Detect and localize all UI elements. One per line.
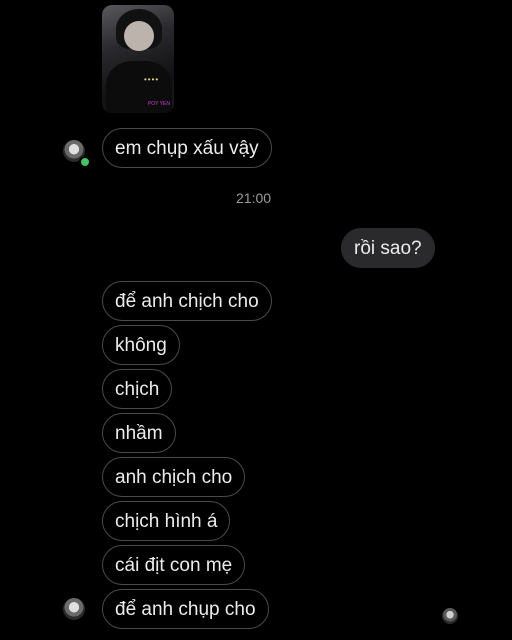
contact-avatar[interactable] xyxy=(63,598,85,620)
incoming-message[interactable]: anh chịch cho xyxy=(102,457,246,497)
incoming-message[interactable]: để anh chụp cho xyxy=(102,589,269,629)
incoming-message[interactable]: không xyxy=(102,325,180,365)
incoming-message[interactable]: chịch xyxy=(102,369,173,409)
incoming-message[interactable]: chịch hình á xyxy=(102,501,231,541)
incoming-message[interactable]: nhầm xyxy=(102,413,176,453)
online-status-dot xyxy=(79,156,91,168)
timestamp: 21:00 xyxy=(236,190,272,206)
photo-dots: •••• xyxy=(144,75,160,84)
photo-face-shape xyxy=(124,21,154,51)
outgoing-message[interactable]: rồi sao? xyxy=(341,228,435,268)
seen-receipt-avatar xyxy=(442,608,458,624)
photo-tag: POY YEN xyxy=(147,101,170,107)
incoming-message[interactable]: để anh chịch cho xyxy=(102,281,272,321)
incoming-message[interactable]: cái địt con mẹ xyxy=(102,545,246,585)
incoming-message[interactable]: em chụp xấu vậy xyxy=(102,128,272,168)
shared-photo[interactable]: •••• POY YEN xyxy=(102,5,174,113)
